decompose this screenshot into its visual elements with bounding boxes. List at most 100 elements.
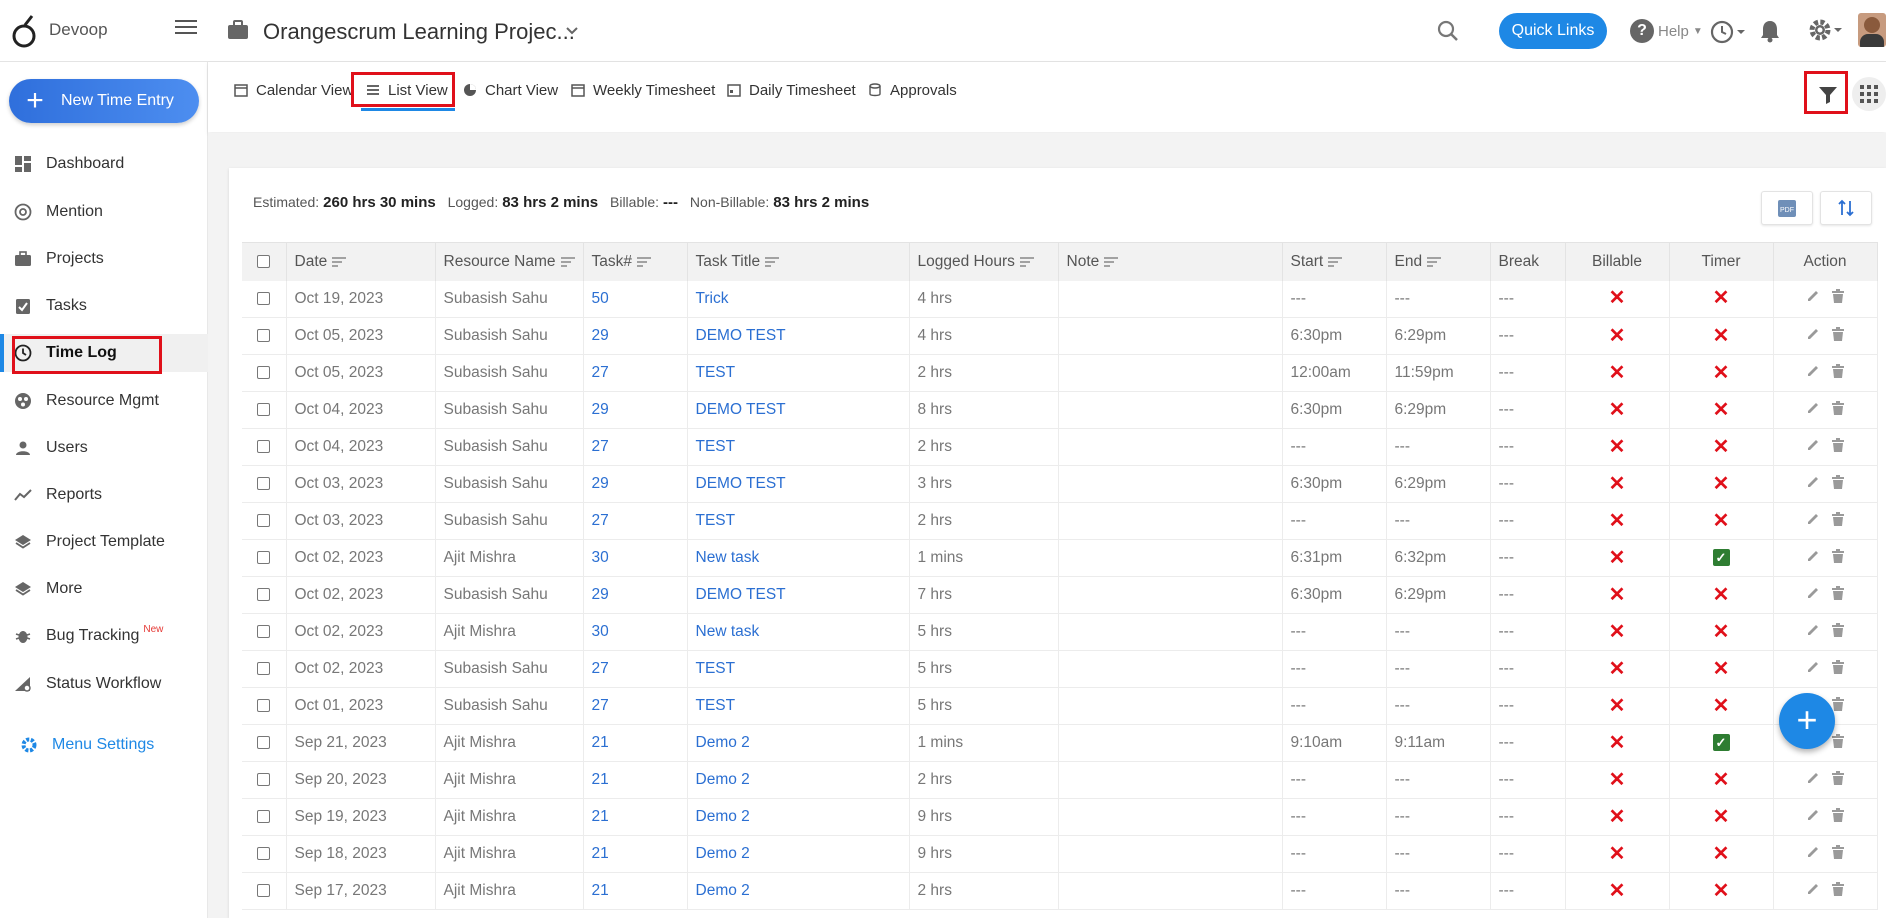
row-checkbox[interactable]	[257, 810, 271, 824]
sort-icon[interactable]	[1427, 256, 1442, 267]
edit-icon[interactable]	[1806, 438, 1820, 452]
row-checkbox[interactable]	[257, 403, 271, 417]
trash-icon[interactable]	[1832, 400, 1844, 415]
column-header[interactable]: End	[1386, 242, 1491, 281]
tab-daily-timesheet[interactable]: Daily Timesheet	[727, 78, 856, 102]
task-number-cell[interactable]: 30	[583, 613, 688, 651]
column-header[interactable]: Note	[1058, 242, 1283, 281]
search-icon[interactable]	[1437, 20, 1459, 42]
tab-calendar-view[interactable]: Calendar View	[234, 78, 353, 102]
task-title-cell[interactable]: TEST	[687, 354, 910, 392]
export-pdf-button[interactable]: PDF	[1761, 191, 1813, 225]
task-number-cell[interactable]: 21	[583, 835, 688, 873]
task-title-cell[interactable]: DEMO TEST	[687, 465, 910, 503]
trash-icon[interactable]	[1832, 844, 1844, 859]
sidebar-item-users[interactable]: Users	[0, 429, 208, 467]
row-checkbox[interactable]	[257, 440, 271, 454]
row-checkbox-cell[interactable]	[242, 280, 287, 318]
menu-settings-link[interactable]: Menu Settings	[20, 736, 154, 754]
task-number-cell[interactable]: 27	[583, 428, 688, 466]
sidebar-item-dashboard[interactable]: Dashboard	[0, 145, 208, 183]
task-title-cell[interactable]: Demo 2	[687, 798, 910, 836]
sidebar-item-mention[interactable]: Mention	[0, 193, 208, 231]
task-number-cell[interactable]: 21	[583, 761, 688, 799]
task-number-cell[interactable]: 21	[583, 798, 688, 836]
trash-icon[interactable]	[1832, 881, 1844, 896]
column-header[interactable]: Task Title	[687, 242, 910, 281]
tab-chart-view[interactable]: Chart View	[463, 78, 558, 102]
table-row[interactable]: Oct 03, 2023 Subasish Sahu 29 DEMO TEST 3 hr…	[242, 465, 1878, 503]
task-title-cell[interactable]: New task	[687, 613, 910, 651]
row-checkbox[interactable]	[257, 625, 271, 639]
row-checkbox[interactable]	[257, 514, 271, 528]
task-title-cell[interactable]: TEST	[687, 687, 910, 725]
row-checkbox[interactable]	[257, 736, 271, 750]
row-checkbox-cell[interactable]	[242, 354, 287, 392]
task-number-cell[interactable]: 29	[583, 391, 688, 429]
row-checkbox-cell[interactable]	[242, 391, 287, 429]
sort-icon[interactable]	[765, 256, 780, 267]
sidebar-item-reports[interactable]: Reports	[0, 476, 208, 514]
table-row[interactable]: Oct 19, 2023 Subasish Sahu 50 Trick 4 hrs ---…	[242, 280, 1878, 318]
edit-icon[interactable]	[1806, 512, 1820, 526]
trash-icon[interactable]	[1832, 437, 1844, 452]
edit-icon[interactable]	[1806, 327, 1820, 341]
sidebar-item-project-template[interactable]: Project Template	[0, 523, 208, 561]
table-row[interactable]: Sep 18, 2023 Ajit Mishra 21 Demo 29 hrs --- -…	[242, 835, 1878, 873]
row-checkbox-cell[interactable]	[242, 687, 287, 725]
row-checkbox-cell[interactable]	[242, 724, 287, 762]
sidebar-item-bug-tracking[interactable]: Bug Tracking New	[0, 617, 208, 655]
task-number-cell[interactable]: 21	[583, 872, 688, 910]
table-row[interactable]: Oct 02, 2023 Ajit Mishra 30 New task 1 mins 6…	[242, 539, 1878, 577]
table-row[interactable]: Oct 02, 2023 Ajit Mishra 30 New task 5 hrs --…	[242, 613, 1878, 651]
table-row[interactable]: Sep 19, 2023 Ajit Mishra 21 Demo 29 hrs --- -…	[242, 798, 1878, 836]
project-title[interactable]: Orangescrum Learning Projec...	[263, 19, 575, 45]
edit-icon[interactable]	[1806, 586, 1820, 600]
new-time-entry-button[interactable]: + New Time Entry	[9, 79, 199, 123]
row-checkbox[interactable]	[257, 292, 271, 306]
sidebar-item-resource-mgmt[interactable]: Resource Mgmt	[0, 382, 208, 420]
quick-links-button[interactable]: Quick Links	[1499, 13, 1607, 49]
table-row[interactable]: Oct 02, 2023 Subasish Sahu 29 DEMO TEST 7 hr…	[242, 576, 1878, 614]
row-checkbox-cell[interactable]	[242, 576, 287, 614]
row-checkbox-cell[interactable]	[242, 798, 287, 836]
edit-icon[interactable]	[1806, 660, 1820, 674]
trash-icon[interactable]	[1832, 363, 1844, 378]
task-title-cell[interactable]: Demo 2	[687, 724, 910, 762]
sort-icon[interactable]	[560, 256, 575, 267]
add-fab-button[interactable]: +	[1779, 693, 1835, 749]
task-number-cell[interactable]: 50	[583, 280, 688, 318]
row-checkbox-cell[interactable]	[242, 613, 287, 651]
bell-icon[interactable]	[1759, 19, 1781, 43]
edit-icon[interactable]	[1806, 623, 1820, 637]
task-number-cell[interactable]: 27	[583, 354, 688, 392]
row-checkbox-cell[interactable]	[242, 465, 287, 503]
chevron-down-icon[interactable]	[565, 26, 579, 36]
task-title-cell[interactable]: DEMO TEST	[687, 391, 910, 429]
task-title-cell[interactable]: Demo 2	[687, 872, 910, 910]
trash-icon[interactable]	[1832, 807, 1844, 822]
trash-icon[interactable]	[1832, 474, 1844, 489]
edit-icon[interactable]	[1806, 364, 1820, 378]
task-title-cell[interactable]: DEMO TEST	[687, 576, 910, 614]
sort-icon[interactable]	[1019, 256, 1034, 267]
task-number-cell[interactable]: 29	[583, 465, 688, 503]
select-all-checkbox[interactable]	[257, 255, 271, 269]
row-checkbox-cell[interactable]	[242, 539, 287, 577]
row-checkbox[interactable]	[257, 847, 271, 861]
apps-grid-icon[interactable]	[1852, 77, 1886, 111]
hamburger-menu-icon[interactable]	[175, 20, 197, 38]
table-row[interactable]: Sep 21, 2023 Ajit Mishra 21 Demo 21 mins 9:1…	[242, 724, 1878, 762]
table-row[interactable]: Sep 20, 2023 Ajit Mishra 21 Demo 22 hrs --- -…	[242, 761, 1878, 799]
row-checkbox-cell[interactable]	[242, 502, 287, 540]
row-checkbox-cell[interactable]	[242, 428, 287, 466]
column-header[interactable]: Resource Name	[435, 242, 584, 281]
task-number-cell[interactable]: 27	[583, 650, 688, 688]
table-row[interactable]: Oct 01, 2023 Subasish Sahu 27 TEST 5 hrs --- -…	[242, 687, 1878, 725]
table-row[interactable]: Oct 02, 2023 Subasish Sahu 27 TEST 5 hrs --- -…	[242, 650, 1878, 688]
trash-icon[interactable]	[1832, 326, 1844, 341]
row-checkbox-cell[interactable]	[242, 835, 287, 873]
task-number-cell[interactable]: 30	[583, 539, 688, 577]
row-checkbox[interactable]	[257, 329, 271, 343]
edit-icon[interactable]	[1806, 549, 1820, 563]
